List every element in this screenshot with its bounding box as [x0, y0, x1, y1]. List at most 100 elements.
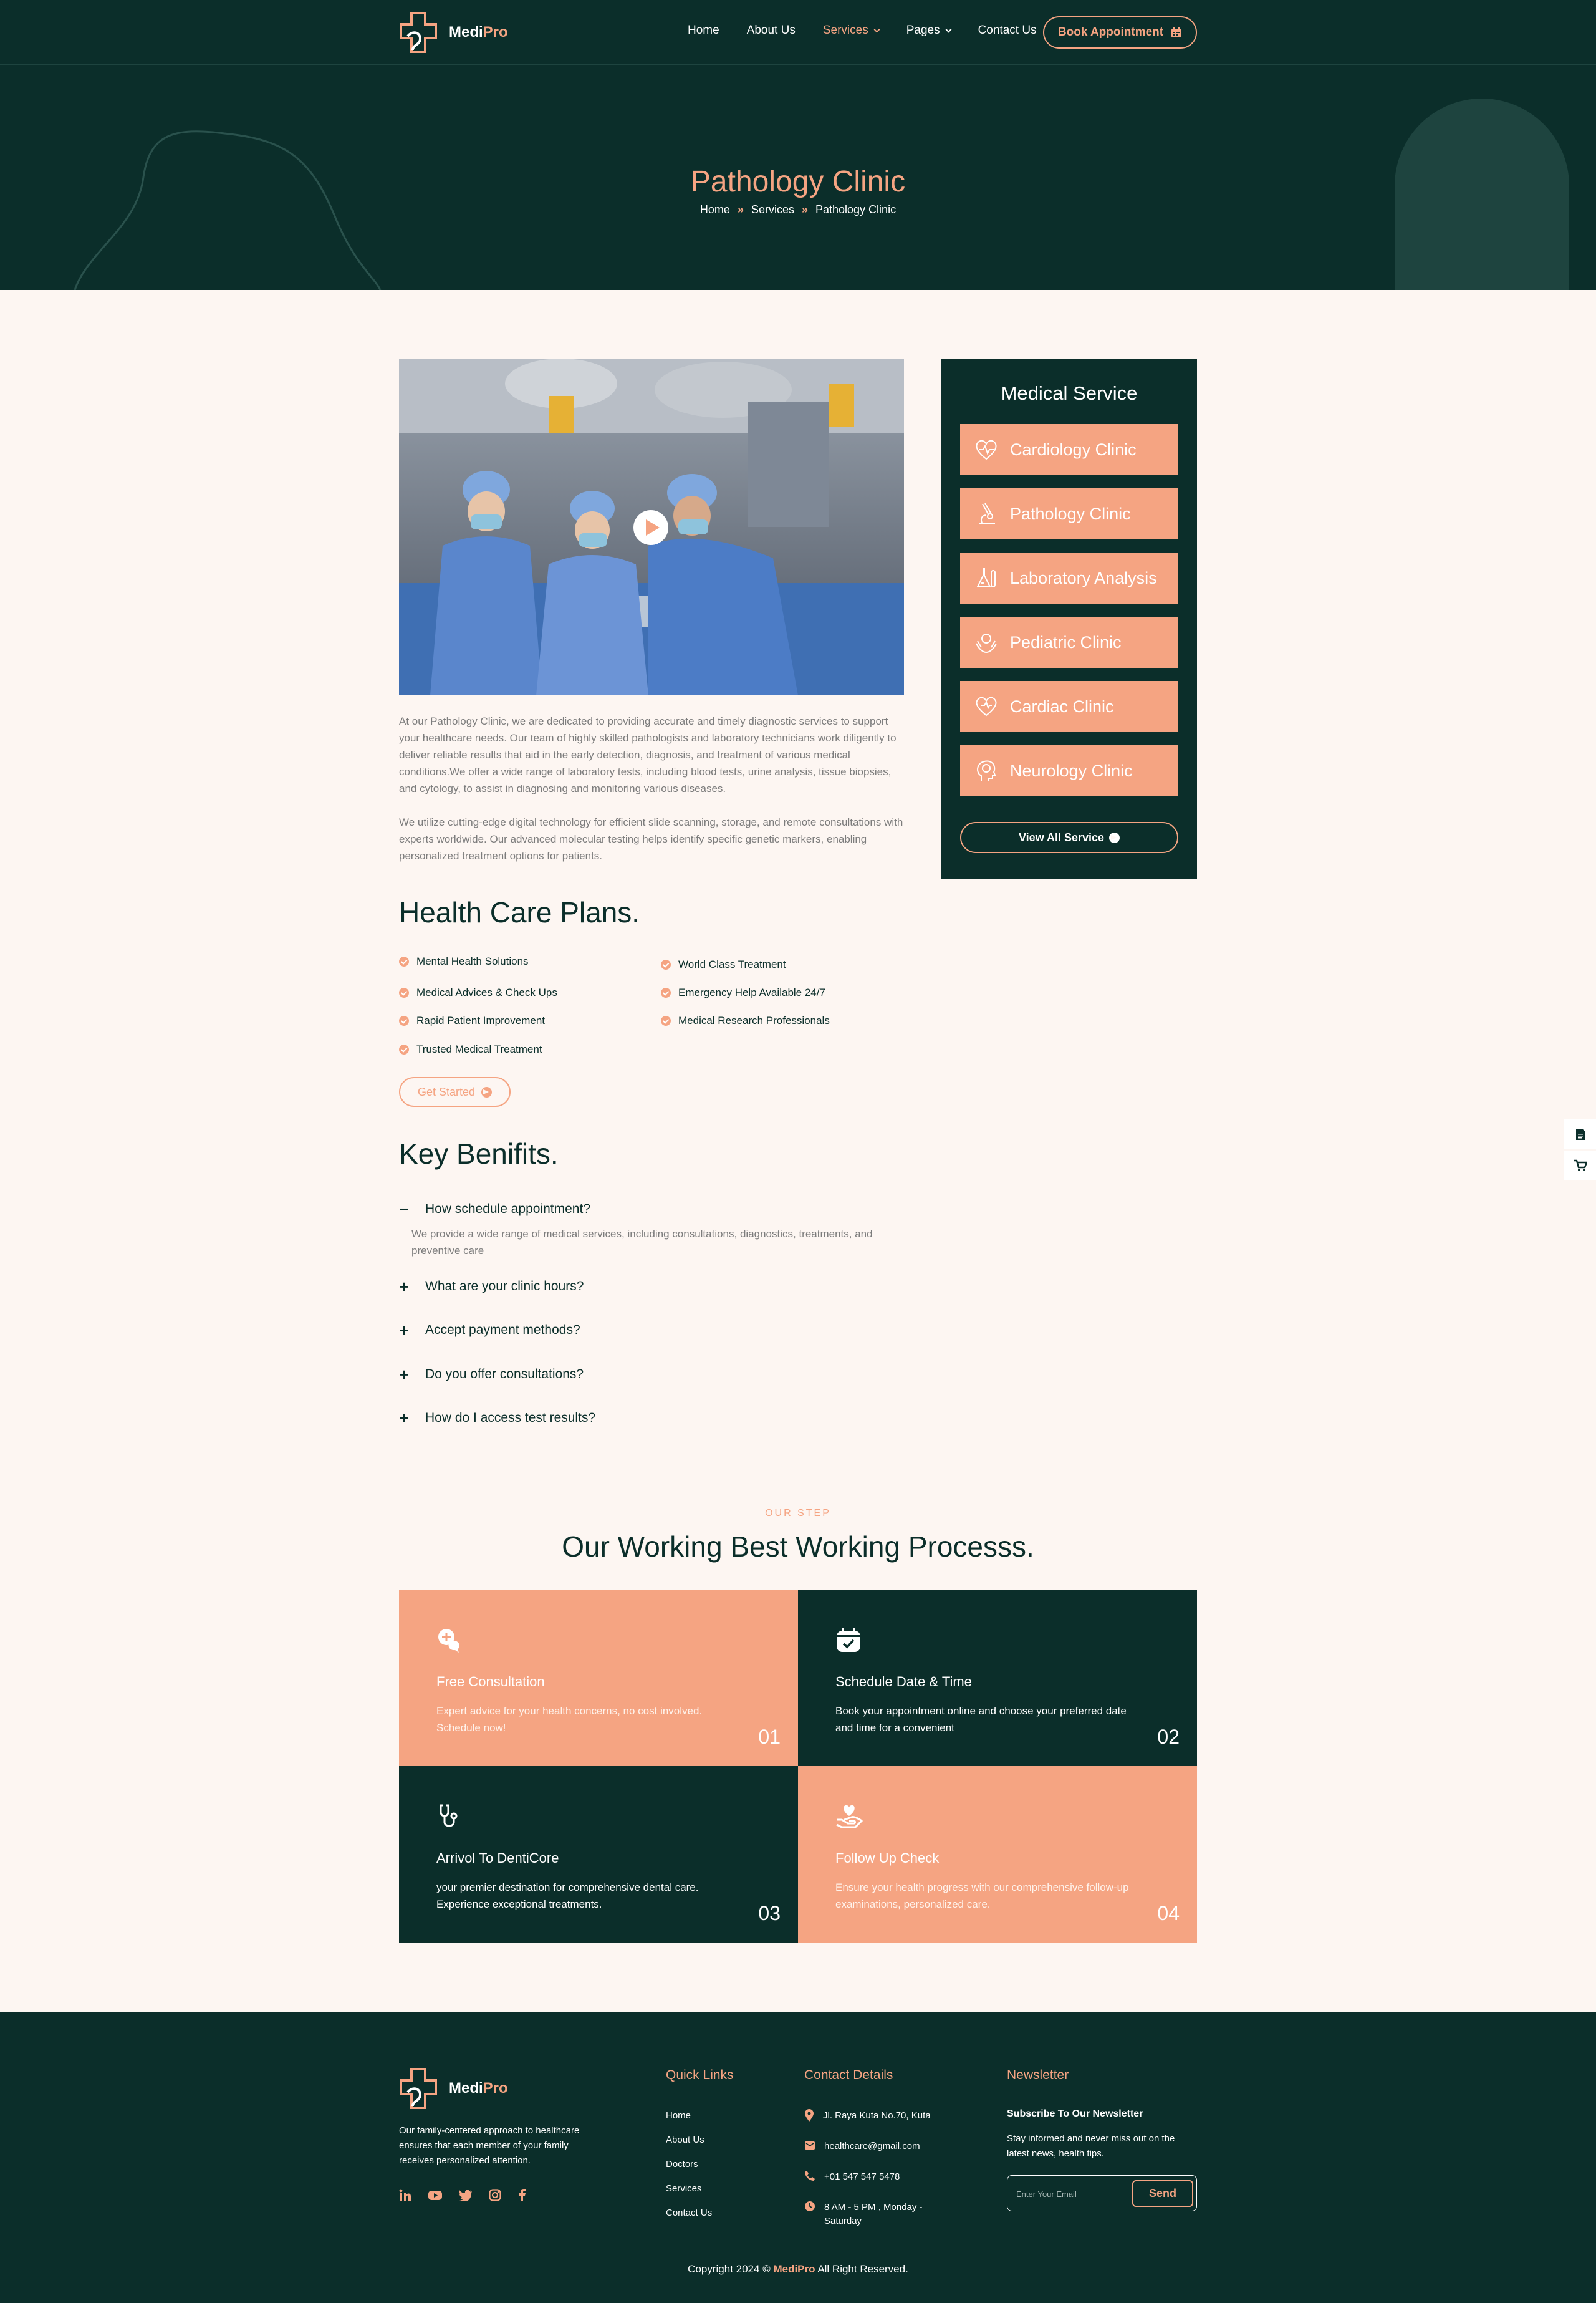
play-button[interactable] [633, 510, 668, 545]
plan-item: Medical Research Professionals [661, 1015, 830, 1027]
sidebar-item-neurology[interactable]: Neurology Clinic [960, 745, 1178, 796]
video-thumbnail[interactable] [399, 359, 904, 695]
linkedin-icon[interactable] [399, 2189, 411, 2201]
email-input[interactable] [1016, 2185, 1128, 2203]
sidebar-item-pathology[interactable]: Pathology Clinic [960, 488, 1178, 539]
instagram-icon[interactable] [489, 2189, 501, 2201]
footer-link-about[interactable]: About Us [666, 2135, 704, 2145]
check-circle-icon [399, 988, 409, 998]
check-circle-icon [399, 957, 409, 967]
copyright: Copyright 2024 © MediPro All Right Reser… [688, 2263, 908, 2275]
step-title: Follow Up Check [835, 1850, 940, 1866]
faq-question[interactable]: − How schedule appointment? [399, 1200, 590, 1219]
consultation-chat-icon [438, 1629, 459, 1653]
view-all-label: View All Service [1018, 831, 1105, 844]
step-title: Schedule Date & Time [835, 1674, 972, 1689]
plus-icon: + [399, 1365, 409, 1384]
double-chevron-icon: » [801, 203, 808, 216]
sidebar-item-laboratory[interactable]: Laboratory Analysis [960, 553, 1178, 604]
twitter-icon[interactable] [459, 2189, 473, 2201]
plan-item: Medical Advices & Check Ups [399, 987, 557, 999]
top-navbar: MediPro Home About Us Services Pages Con… [0, 0, 1596, 65]
step-description: Ensure your health progress with our com… [835, 1881, 1129, 1910]
brand-name: MediPro [449, 2080, 508, 2097]
step-card: Follow Up Check Ensure your health progr… [798, 1766, 1197, 1943]
footer-logo[interactable]: MediPro [399, 2067, 508, 2110]
get-started-label: Get Started [417, 1085, 476, 1098]
faq-question[interactable]: + What are your clinic hours? [399, 1278, 584, 1295]
key-benefits-heading: Key Benifits. [399, 1137, 559, 1170]
faq-question[interactable]: + Accept payment methods? [399, 1321, 580, 1340]
section-tag: OUR STEP [765, 1508, 831, 1518]
arrow-circle-right-icon [1109, 832, 1120, 843]
footer-about: Our family-centered approach to healthca… [399, 2125, 580, 2166]
sidebar-item-label: Laboratory Analysis [1010, 568, 1157, 587]
faq-question[interactable]: + How do I access test results? [399, 1409, 595, 1427]
sidebar-item-cardiology[interactable]: Cardiology Clinic [960, 424, 1178, 475]
plan-item: Emergency Help Available 24/7 [661, 987, 825, 999]
step-number: 04 [1157, 1902, 1180, 1924]
medical-service-sidebar: Medical Service Cardiology Clinic Pathol… [941, 359, 1197, 879]
sidebar-item-label: Pediatric Clinic [1010, 632, 1122, 652]
cart-icon[interactable] [1564, 1151, 1596, 1180]
brand-logo[interactable]: MediPro [399, 11, 508, 54]
sidebar-item-label: Cardiology Clinic [1010, 440, 1137, 459]
nav-contact[interactable]: Contact Us [978, 24, 1037, 37]
footer-link-contact[interactable]: Contact Us [666, 2208, 712, 2218]
breadcrumb-home[interactable]: Home [700, 203, 730, 216]
footer-link-services[interactable]: Services [666, 2183, 702, 2194]
copyright-brand-link[interactable]: MediPro [773, 2263, 815, 2275]
step-number: 01 [758, 1726, 781, 1748]
check-circle-icon [399, 1045, 409, 1055]
youtube-icon[interactable] [428, 2189, 443, 2201]
faq-question[interactable]: + Do you offer consultations? [399, 1365, 584, 1384]
calendar-icon [1171, 27, 1182, 37]
phone-icon [805, 2171, 815, 2181]
contact-details-heading: Contact Details [804, 2068, 893, 2082]
sidebar-item-pediatric[interactable]: Pediatric Clinic [960, 617, 1178, 668]
plus-icon: + [399, 1321, 409, 1340]
nav-about[interactable]: About Us [747, 24, 796, 37]
check-circle-icon [661, 1016, 671, 1026]
footer-link-doctors[interactable]: Doctors [666, 2159, 698, 2170]
minus-icon: − [399, 1200, 409, 1219]
chevron-down-icon [873, 26, 880, 32]
plus-icon: + [399, 1409, 409, 1427]
newsletter-form: Send [1007, 2175, 1197, 2211]
nav-pages[interactable]: Pages [906, 24, 952, 37]
sidebar-item-cardiac[interactable]: Cardiac Clinic [960, 681, 1178, 732]
page-hero: Pathology Clinic Home » Services » Pathology… [0, 65, 1596, 290]
facebook-icon[interactable] [517, 2189, 526, 2201]
sidebar-item-label: Cardiac Clinic [1010, 697, 1114, 716]
document-icon[interactable] [1564, 1119, 1596, 1149]
view-all-service-button[interactable]: View All Service [960, 822, 1178, 853]
contact-phone[interactable]: +01 547 547 5478 [804, 2170, 900, 2184]
baby-hands-icon [976, 634, 997, 654]
mail-icon [805, 2141, 815, 2150]
intro-paragraph: At our Pathology Clinic, we are dedicate… [399, 715, 897, 794]
contact-email[interactable]: healthcare@gmail.com [804, 2140, 920, 2153]
heart-pulse-icon [976, 440, 997, 460]
breadcrumb-services[interactable]: Services [751, 203, 794, 216]
heart-icon [976, 697, 997, 717]
page-title: Pathology Clinic [690, 165, 906, 198]
sidebar-item-label: Neurology Clinic [1010, 761, 1133, 780]
nav-home[interactable]: Home [688, 24, 719, 37]
newsletter-description: Stay informed and never miss out on the … [1007, 2133, 1175, 2159]
step-card: Free Consultation Expert advice for your… [399, 1590, 798, 1766]
get-started-button[interactable]: Get Started [399, 1077, 511, 1107]
plan-item: World Class Treatment [661, 958, 786, 971]
contact-address: Jl. Raya Kuta No.70, Kuta [804, 2109, 931, 2123]
newsletter-subtitle: Subscribe To Our Newsletter [1007, 2108, 1143, 2119]
step-card: Schedule Date & Time Book your appointme… [798, 1590, 1197, 1766]
step-number: 02 [1157, 1726, 1180, 1748]
double-chevron-icon: » [737, 203, 744, 216]
nav-services[interactable]: Services [823, 24, 880, 37]
step-title: Free Consultation [436, 1674, 545, 1689]
send-button[interactable]: Send [1132, 2180, 1193, 2207]
footer-link-home[interactable]: Home [666, 2110, 691, 2121]
sidebar-item-label: Pathology Clinic [1010, 504, 1131, 523]
faq-answer: We provide a wide range of medical servi… [411, 1228, 873, 1257]
book-appointment-button[interactable]: Book Appointment [1043, 16, 1197, 49]
medical-cross-logo-icon [400, 12, 437, 53]
